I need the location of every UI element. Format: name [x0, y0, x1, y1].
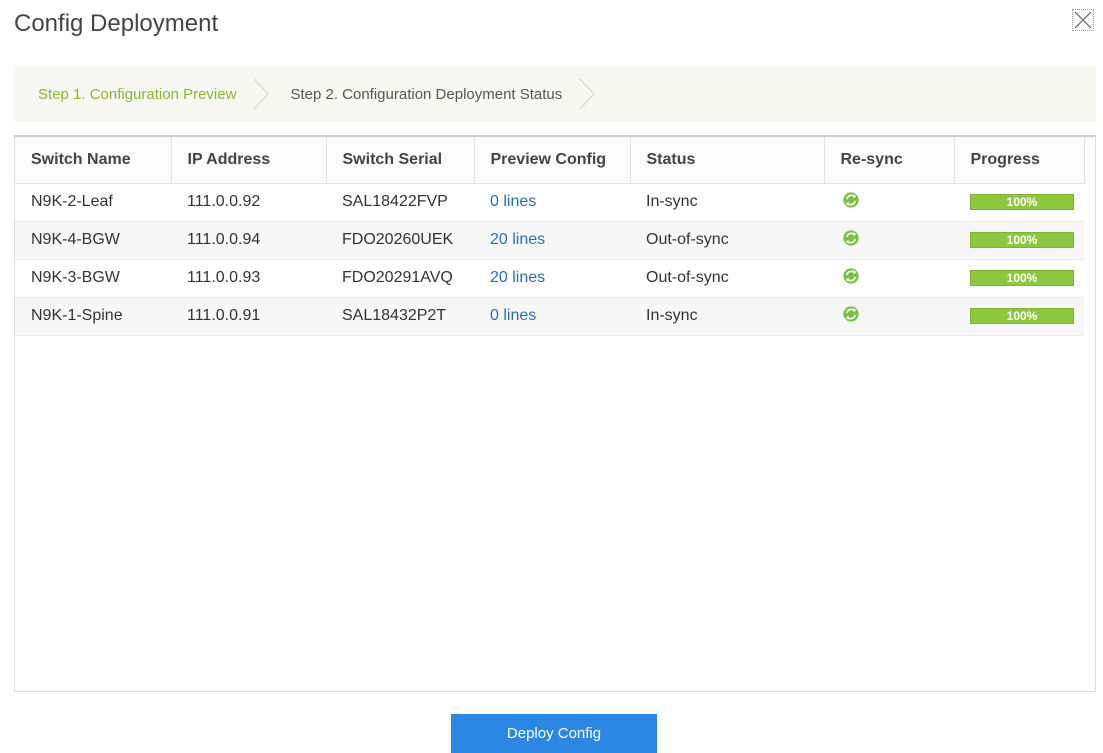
resync-icon[interactable]	[842, 191, 860, 209]
status-cell: In-sync	[630, 297, 824, 336]
column-header-status[interactable]: Status	[630, 137, 825, 184]
deploy-config-button[interactable]: Deploy Config	[451, 714, 657, 753]
preview-config-link[interactable]: 0 lines	[474, 183, 630, 222]
column-header-ip-address[interactable]: IP Address	[171, 137, 327, 184]
progress-label: 100%	[1006, 271, 1038, 285]
switch-serial-cell: FDO20291AVQ	[326, 259, 474, 298]
switch-name-cell: N9K-2-Leaf	[15, 183, 171, 222]
status-cell: In-sync	[630, 183, 824, 222]
re-sync-cell	[824, 183, 954, 222]
ip-address-cell: 111.0.0.93	[171, 259, 326, 298]
table-row[interactable]: N9K-4-BGW 111.0.0.94 FDO20260UEK 20 line…	[15, 221, 1084, 260]
chevron-right-icon	[254, 78, 270, 110]
re-sync-cell	[824, 259, 954, 298]
switch-name-cell: N9K-4-BGW	[15, 221, 171, 260]
column-header-re-sync[interactable]: Re-sync	[824, 137, 955, 184]
preview-config-link[interactable]: 20 lines	[474, 221, 630, 260]
switch-serial-cell: FDO20260UEK	[326, 221, 474, 260]
switch-table: Switch Name IP Address Switch Serial Pre…	[15, 137, 1085, 336]
dialog-title: Config Deployment	[14, 10, 219, 37]
resync-icon[interactable]	[842, 305, 860, 323]
switch-serial-cell: SAL18432P2T	[326, 297, 474, 336]
ip-address-cell: 111.0.0.92	[171, 183, 326, 222]
progress-bar: 100%	[970, 194, 1074, 210]
progress-cell: 100%	[954, 221, 1084, 260]
re-sync-cell	[824, 221, 954, 260]
switch-serial-cell: SAL18422FVP	[326, 183, 474, 222]
column-header-switch-serial[interactable]: Switch Serial	[326, 137, 475, 184]
wizard-step-2[interactable]: Step 2. Configuration Deployment Status	[270, 66, 596, 122]
ip-address-cell: 111.0.0.91	[171, 297, 326, 336]
chevron-right-icon	[579, 78, 596, 110]
status-cell: Out-of-sync	[630, 259, 824, 298]
progress-label: 100%	[1006, 233, 1038, 247]
column-header-progress[interactable]: Progress	[954, 137, 1085, 184]
resync-icon[interactable]	[842, 229, 860, 247]
re-sync-cell	[824, 297, 954, 336]
progress-label: 100%	[1006, 195, 1038, 209]
progress-label: 100%	[1006, 309, 1038, 323]
status-cell: Out-of-sync	[630, 221, 824, 260]
switch-name-cell: N9K-3-BGW	[15, 259, 171, 298]
table-row[interactable]: N9K-3-BGW 111.0.0.93 FDO20291AVQ 20 line…	[15, 259, 1084, 298]
progress-cell: 100%	[954, 183, 1084, 222]
progress-bar: 100%	[970, 308, 1074, 324]
ip-address-cell: 111.0.0.94	[171, 221, 326, 260]
table-row[interactable]: N9K-2-Leaf 111.0.0.92 SAL18422FVP 0 line…	[15, 183, 1084, 222]
column-header-switch-name[interactable]: Switch Name	[15, 137, 172, 184]
switch-table-container: Switch Name IP Address Switch Serial Pre…	[14, 135, 1096, 692]
resync-icon[interactable]	[842, 267, 860, 285]
progress-bar: 100%	[970, 270, 1074, 286]
table-row[interactable]: N9K-1-Spine 111.0.0.91 SAL18432P2T 0 lin…	[15, 297, 1084, 336]
switch-name-cell: N9K-1-Spine	[15, 297, 171, 336]
close-icon	[1074, 11, 1092, 29]
close-button[interactable]	[1072, 9, 1094, 31]
progress-bar: 100%	[970, 232, 1074, 248]
column-header-preview-config[interactable]: Preview Config	[474, 137, 631, 184]
wizard-step-2-label: Step 2. Configuration Deployment Status	[290, 85, 563, 103]
wizard-steps: Step 1. Configuration Preview Step 2. Co…	[14, 66, 1096, 122]
wizard-step-1-label: Step 1. Configuration Preview	[38, 85, 237, 103]
progress-cell: 100%	[954, 297, 1084, 336]
progress-cell: 100%	[954, 259, 1084, 298]
wizard-step-1[interactable]: Step 1. Configuration Preview	[14, 66, 270, 122]
preview-config-link[interactable]: 0 lines	[474, 297, 630, 336]
preview-config-link[interactable]: 20 lines	[474, 259, 630, 298]
table-header-row: Switch Name IP Address Switch Serial Pre…	[15, 137, 1085, 184]
